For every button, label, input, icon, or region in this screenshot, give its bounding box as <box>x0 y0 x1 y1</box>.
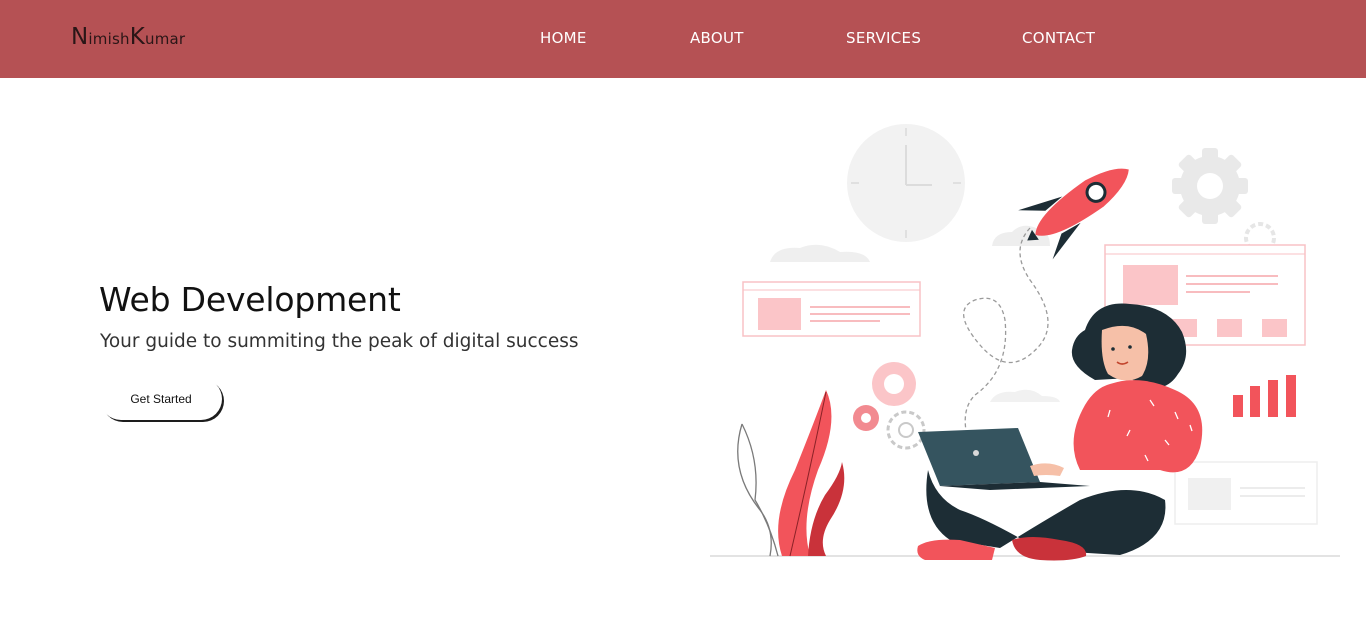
rocket-trail <box>963 227 1049 441</box>
clock-icon <box>847 124 965 242</box>
nav-link-about[interactable]: ABOUT <box>690 29 744 47</box>
gear-icon <box>1172 148 1248 224</box>
outline-gear-icon <box>886 410 926 450</box>
logo-text-imish: imish <box>88 30 130 48</box>
person-figure <box>917 303 1203 561</box>
plant-icon <box>737 390 845 557</box>
top-navbar: NimishKumar HOME ABOUT SERVICES CONTACT <box>0 0 1366 78</box>
nav-link-services[interactable]: SERVICES <box>846 29 921 47</box>
cloud-left <box>770 244 870 262</box>
pink-gear-icon <box>872 362 916 406</box>
nav-link-home[interactable]: HOME <box>540 29 587 47</box>
hero-illustration <box>710 124 1340 561</box>
browser-window-icon <box>742 281 921 337</box>
hero-title: Web Development <box>99 280 401 319</box>
site-logo[interactable]: NimishKumar <box>71 24 185 50</box>
get-started-button[interactable]: Get Started <box>100 378 222 420</box>
red-gear-icon <box>853 405 879 431</box>
nav-link-contact[interactable]: CONTACT <box>1022 29 1095 47</box>
logo-initial-n: N <box>71 24 89 50</box>
logo-initial-k: K <box>129 24 145 50</box>
bar-chart-icon <box>1233 375 1296 417</box>
document-panel-icon <box>1174 461 1318 525</box>
hero-subtitle: Your guide to summiting the peak of digi… <box>100 331 579 352</box>
logo-text-umar: umar <box>144 30 186 48</box>
cloud-middle <box>990 389 1060 402</box>
